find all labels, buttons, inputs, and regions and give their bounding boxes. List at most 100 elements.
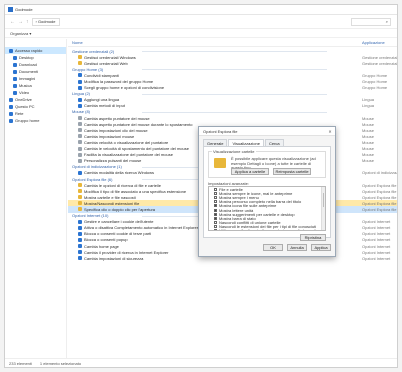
item-name: Cambia velocità o visualizzazione del pu…: [84, 139, 169, 145]
setting-checkbox[interactable]: [214, 191, 217, 195]
item-name: Modifica il tipo di file associato a una…: [84, 188, 187, 194]
forward-icon[interactable]: →: [18, 19, 23, 25]
sidebar-item-label: Musica: [19, 83, 32, 88]
setting-checkbox[interactable]: [214, 216, 217, 220]
tab-general[interactable]: Generale: [203, 139, 228, 146]
folder-options-dialog: Opzioni Esplora file ✕ Generale Visualiz…: [198, 126, 336, 257]
settings-scrollbar[interactable]: [321, 187, 325, 230]
group-label: Gruppo Home (3): [72, 66, 104, 72]
search-icon: ⌕: [385, 19, 388, 24]
settings-icon: [78, 256, 82, 261]
up-icon[interactable]: ↑: [26, 19, 29, 25]
sidebar-item[interactable]: Questo PC: [5, 103, 66, 110]
tab-search[interactable]: Cerca: [264, 139, 284, 146]
search-box[interactable]: ⌕: [351, 17, 391, 26]
setting-checkbox[interactable]: [214, 195, 217, 199]
group-label: Opzioni di indicizzazione (1): [72, 164, 122, 170]
sidebar-item[interactable]: Rete: [5, 110, 66, 117]
sidebar-item[interactable]: Gruppo home: [5, 117, 66, 124]
ok-button[interactable]: OK: [263, 244, 283, 251]
back-icon[interactable]: ←: [10, 19, 15, 25]
item-name: Cambia le opzioni di ricerca di file e c…: [84, 182, 161, 188]
settings-icon: [78, 231, 82, 236]
apply-button[interactable]: Applica: [311, 244, 331, 251]
scrollbar-thumb[interactable]: [323, 193, 324, 207]
setting-checkbox[interactable]: [214, 200, 217, 204]
item-category: Mouse: [362, 115, 375, 121]
item-name: Specifica clic o doppio clic per l'apert…: [84, 206, 156, 212]
sidebar-item[interactable]: Musica: [5, 82, 66, 89]
settings-icon: [78, 134, 82, 139]
address-bar: ← → ↑ › Godmode ⌕: [5, 15, 397, 29]
setting-checkbox[interactable]: [214, 229, 217, 230]
apply-to-folders-button[interactable]: Applica a cartelle: [231, 168, 269, 175]
setting-checkbox[interactable]: [214, 187, 217, 191]
sidebar-item[interactable]: Desktop: [5, 54, 66, 61]
dialog-footer: OK Annulla Applica: [203, 243, 331, 252]
setting-checkbox[interactable]: [214, 221, 217, 225]
sidebar-item-label: Rete: [15, 111, 24, 116]
item-count: 233 elementi: [9, 360, 32, 366]
folder-icon: [214, 158, 226, 168]
group-label: Opzioni Internet (10): [72, 213, 109, 219]
sidebar-item[interactable]: Accesso rapido: [5, 47, 66, 54]
item-name: Aggiungi una lingua: [84, 97, 120, 103]
sidebar-item-label: Accesso rapido: [15, 48, 43, 53]
group-label: Gestione credenziali (2): [72, 48, 115, 54]
item-name: Cambia modalità della ricerca Windows: [84, 170, 155, 176]
group-divider: [142, 111, 327, 113]
item-category: Mouse: [362, 146, 375, 152]
column-name[interactable]: Nome: [72, 40, 83, 45]
settings-icon: [78, 103, 82, 108]
setting-row[interactable]: Utilizza casella di controllo per selezi…: [209, 228, 325, 230]
item-name: Gestire e cancellare i cookie dell'utent…: [84, 219, 154, 225]
tab-view[interactable]: Visualizzazione: [228, 139, 264, 146]
documents-icon: [13, 69, 17, 74]
settings-icon: [78, 244, 82, 249]
settings-icon: [78, 189, 82, 194]
settings-icon: [78, 219, 82, 224]
cancel-button[interactable]: Annulla: [287, 244, 307, 251]
item-category: Opzioni Internet: [362, 219, 391, 225]
sidebar-item[interactable]: Video: [5, 89, 66, 96]
sidebar-item[interactable]: Documenti: [5, 68, 66, 75]
close-icon[interactable]: ✕: [325, 129, 335, 134]
column-category[interactable]: Applicazione: [362, 40, 385, 45]
setting-checkbox[interactable]: [214, 208, 217, 212]
group-label: Opzioni Esplora file (6): [72, 176, 113, 182]
settings-icon: [78, 140, 82, 145]
item-name: Cambia il provider di ricerca in Interne…: [84, 249, 169, 255]
item-name: Facilita la visualizzazione del puntator…: [84, 152, 173, 158]
settings-icon: [78, 97, 82, 102]
sidebar-item-label: Immagini: [19, 76, 36, 81]
address-path[interactable]: › Godmode: [31, 17, 60, 26]
settings-icon: [78, 122, 82, 127]
sidebar-item-label: Desktop: [19, 55, 34, 60]
settings-icon: [78, 225, 82, 230]
reset-folders-button[interactable]: Reimposta cartelle: [273, 168, 311, 175]
restore-defaults-button[interactable]: Ripristina: [300, 234, 326, 241]
setting-checkbox[interactable]: [214, 225, 217, 229]
sidebar-item[interactable]: Download: [5, 61, 66, 68]
pictures-icon: [13, 76, 17, 81]
item-name: Condividi stampanti: [84, 72, 119, 78]
sidebar-item[interactable]: Immagini: [5, 75, 66, 82]
item-category: Gruppo Home: [362, 72, 388, 78]
item-name: Attiva o disattiva Completamento automat…: [84, 225, 199, 231]
organize-button[interactable]: Organizza ▾: [10, 31, 31, 36]
column-header: Nome Applicazione: [68, 39, 397, 47]
settings-icon: [78, 250, 82, 255]
settings-icon: [78, 116, 82, 121]
settings-icon: [78, 237, 82, 242]
item-category: Gestione credenziali: [362, 60, 398, 66]
setting-checkbox[interactable]: [214, 212, 217, 216]
sidebar-item-label: Questo PC: [15, 104, 35, 109]
sidebar-item[interactable]: OneDrive: [5, 96, 66, 103]
item-category: Opzioni di indicizzazione: [362, 170, 398, 176]
desktop-icon: [13, 55, 17, 60]
setting-checkbox[interactable]: [214, 204, 217, 208]
item-category: Opzioni Internet: [362, 255, 391, 261]
item-category: Opzioni Esplora file: [362, 206, 397, 212]
item-name: Blocca o consenti popup: [84, 237, 128, 243]
group-divider: [142, 69, 327, 71]
